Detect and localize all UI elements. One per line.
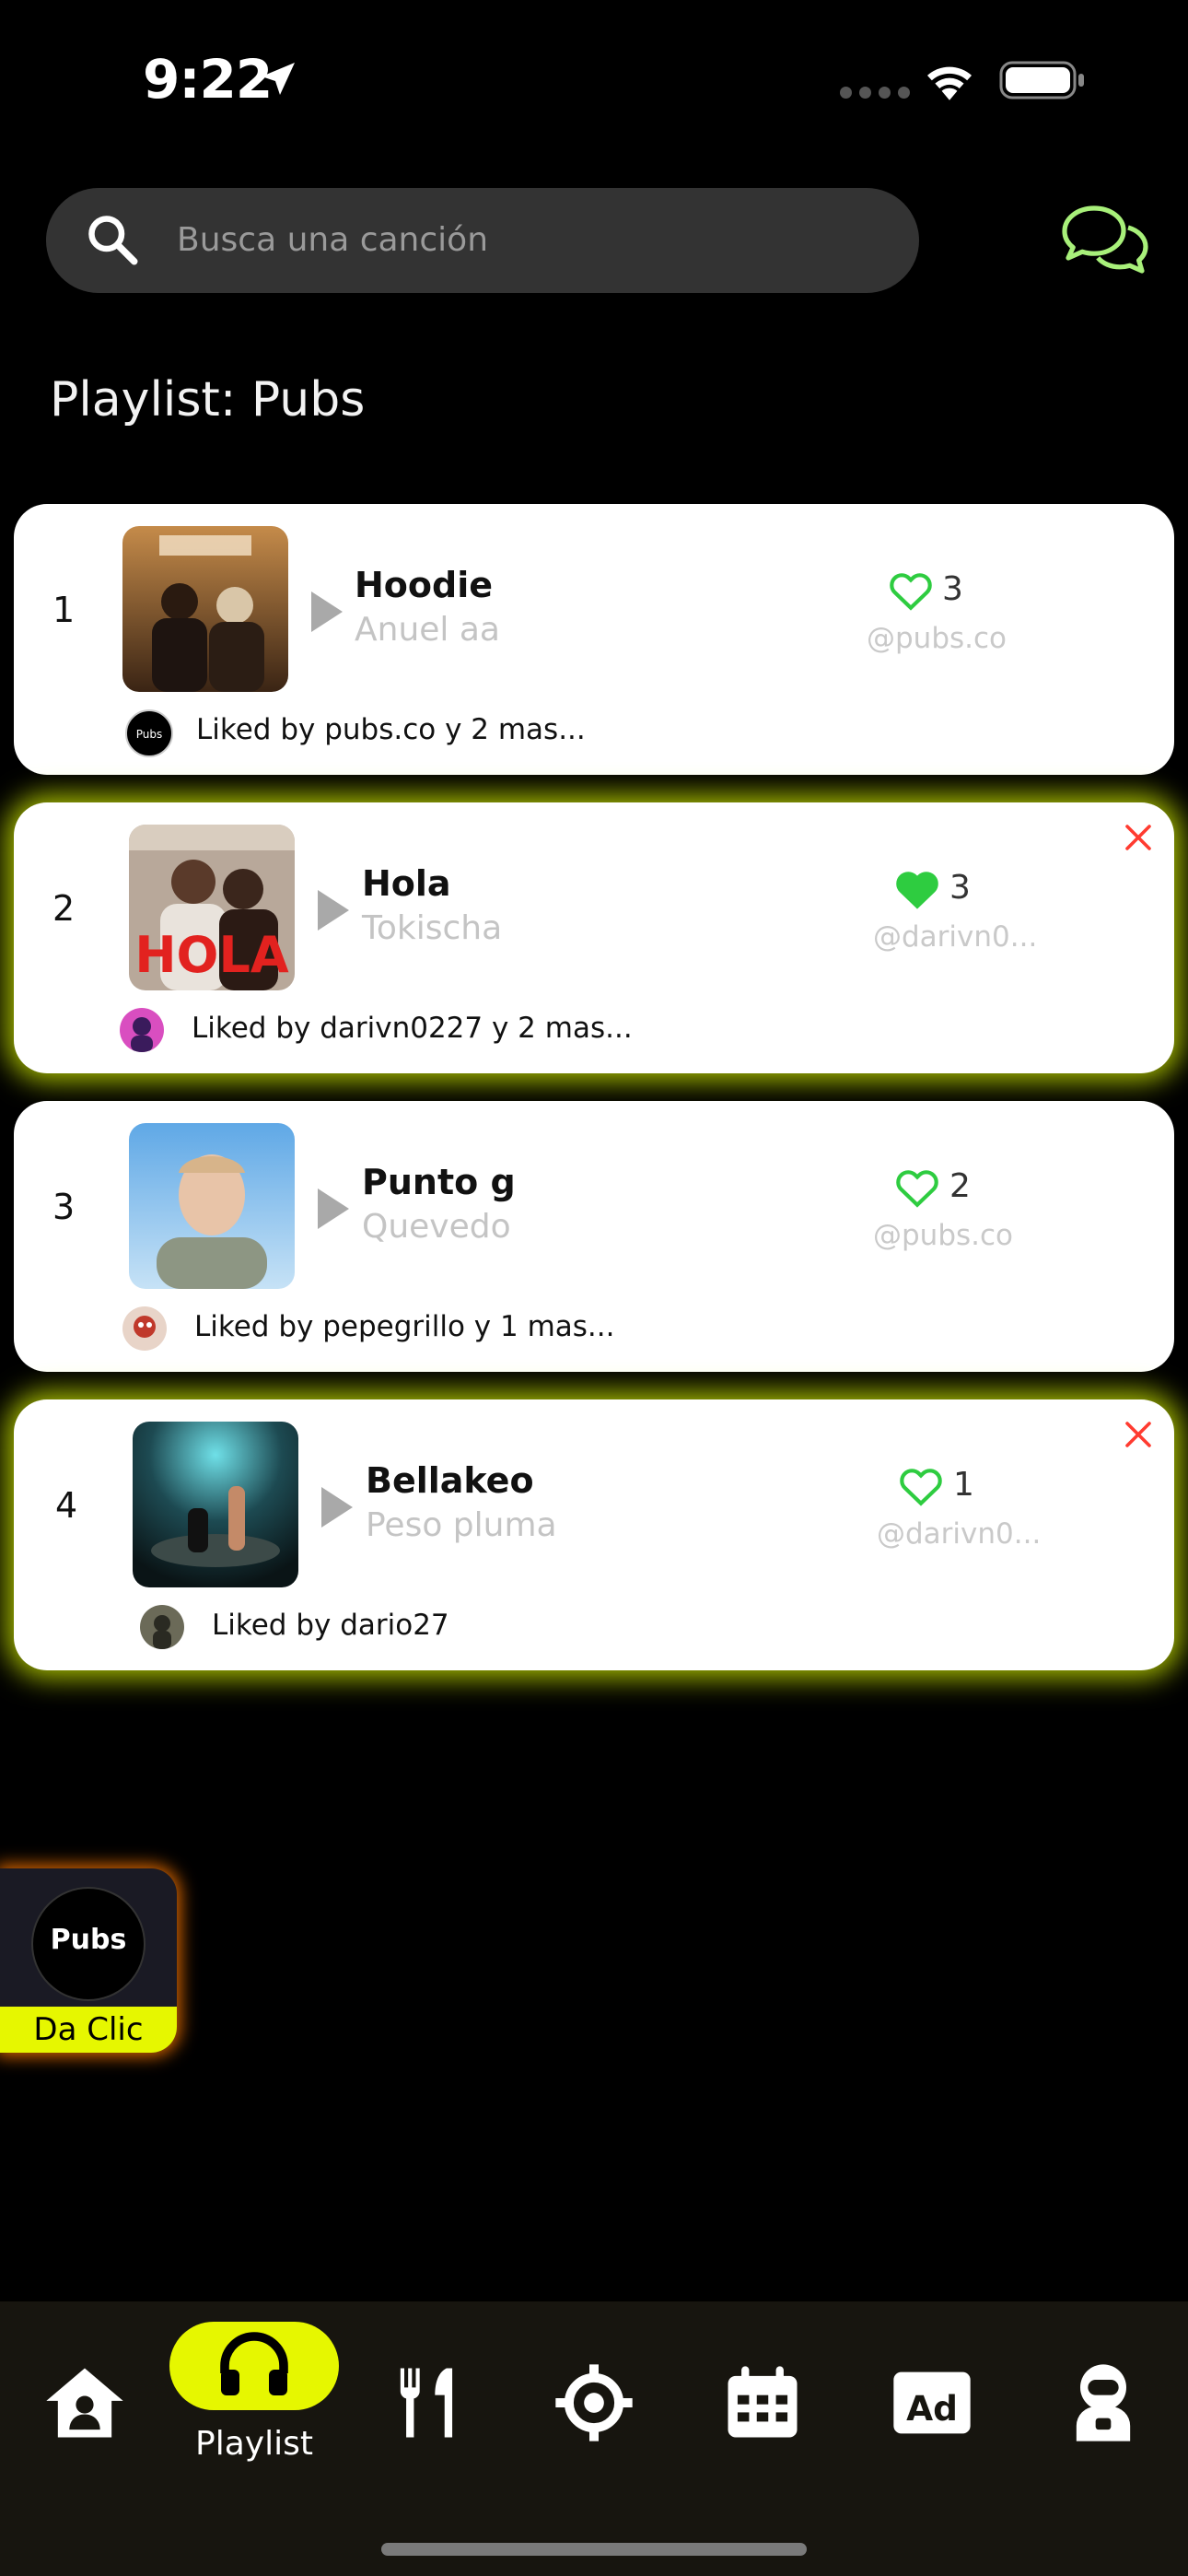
search-icon	[88, 216, 138, 265]
fab-label: Da Clic	[0, 2007, 177, 2053]
astronaut-icon	[1076, 2364, 1131, 2441]
play-button[interactable]	[321, 1487, 353, 1528]
song-artist: Peso pluma	[366, 1506, 557, 1544]
tab-playlist[interactable]	[169, 2322, 339, 2410]
tab-location[interactable]	[548, 2357, 640, 2449]
added-by-handle: @pubs.co	[873, 1219, 1014, 1252]
track-number: 1	[52, 590, 76, 630]
location-arrow-icon	[262, 63, 295, 95]
tab-profile[interactable]	[1057, 2357, 1149, 2449]
track-number: 3	[52, 1187, 76, 1227]
song-artist: Anuel aa	[355, 611, 500, 649]
song-title: Punto g	[362, 1162, 516, 1202]
track-number: 2	[52, 888, 76, 929]
avatar	[140, 1605, 184, 1649]
restaurant-icon	[400, 2368, 453, 2438]
status-bar: 9:22	[0, 0, 1188, 157]
added-by-handle: @darivn0...	[877, 1517, 1042, 1551]
tab-restaurant[interactable]	[381, 2357, 473, 2449]
tab-calendar[interactable]	[716, 2357, 809, 2449]
heart-outline-icon[interactable]	[898, 1464, 944, 1506]
track-card[interactable]: 2 HOLA Hola Tokischa 3 @darivn0... Liked…	[14, 802, 1174, 1073]
svg-text:Ad: Ad	[906, 2388, 958, 2429]
track-card[interactable]: 4 Bellakeo Peso pluma 1 @darivn0... Like…	[14, 1399, 1174, 1670]
song-title: Hoodie	[355, 565, 494, 605]
tab-playlist-label[interactable]: Playlist	[162, 2425, 346, 2463]
location-target-icon	[555, 2364, 633, 2441]
heart-filled-icon[interactable]	[894, 867, 940, 909]
home-indicator[interactable]	[381, 2543, 807, 2556]
liked-by-text: Liked by pepegrillo y 1 mas...	[194, 1310, 615, 1343]
tab-home[interactable]	[39, 2357, 131, 2449]
ad-icon: Ad	[893, 2371, 971, 2434]
play-button[interactable]	[318, 1188, 349, 1229]
status-time: 9:22	[143, 48, 273, 111]
like-count: 1	[953, 1466, 974, 1504]
home-icon	[46, 2368, 123, 2438]
search-input[interactable]: Busca una canción	[177, 221, 488, 259]
pubs-logo: Pubs	[31, 1887, 146, 2001]
close-icon[interactable]	[1122, 1418, 1155, 1451]
album-art[interactable]: HOLA	[129, 825, 295, 990]
like-count: 3	[942, 570, 963, 608]
avatar: Pubs	[125, 709, 173, 757]
heart-outline-icon[interactable]	[888, 568, 934, 611]
headphones-icon	[220, 2332, 288, 2395]
tab-ads[interactable]: Ad	[886, 2357, 978, 2449]
track-number: 4	[55, 1485, 78, 1526]
song-artist: Quevedo	[362, 1208, 511, 1246]
close-icon[interactable]	[1122, 821, 1155, 854]
bottom-tab-bar: Playlist Ad	[0, 2301, 1188, 2576]
pubs-fab-button[interactable]: Pubs Da Clic	[0, 1868, 177, 2053]
play-button[interactable]	[318, 890, 349, 931]
avatar	[122, 1306, 167, 1351]
song-artist: Tokischa	[362, 909, 503, 947]
album-art[interactable]	[133, 1422, 298, 1587]
track-card[interactable]: 1 Hoodie Anuel aa 3 @pubs.co Pubs Liked …	[14, 504, 1174, 775]
svg-text:HOLA: HOLA	[134, 926, 289, 984]
pubs-logo-text: Pubs	[50, 1924, 127, 1956]
svg-text:Pubs: Pubs	[136, 728, 163, 741]
liked-by-text: Liked by pubs.co y 2 mas...	[196, 713, 586, 746]
album-art[interactable]	[122, 526, 288, 692]
search-bar[interactable]: Busca una canción	[46, 188, 919, 293]
track-card[interactable]: 3 Punto g Quevedo 2 @pubs.co Liked by pe…	[14, 1101, 1174, 1372]
album-art[interactable]	[129, 1123, 295, 1289]
added-by-handle: @darivn0...	[873, 920, 1038, 954]
battery-icon	[999, 61, 1084, 100]
calendar-icon	[728, 2366, 798, 2438]
avatar	[120, 1008, 164, 1052]
song-title: Hola	[362, 863, 451, 904]
added-by-handle: @pubs.co	[867, 622, 1007, 655]
liked-by-text: Liked by darivn0227 y 2 mas...	[192, 1012, 633, 1045]
liked-by-text: Liked by dario27	[212, 1609, 449, 1642]
song-title: Bellakeo	[366, 1460, 534, 1501]
play-button[interactable]	[311, 591, 343, 632]
like-count: 3	[949, 869, 971, 907]
page-title: Playlist: Pubs	[50, 372, 366, 427]
cellular-signal-icon	[840, 87, 910, 99]
chat-icon[interactable]	[1059, 203, 1151, 276]
wifi-icon	[926, 66, 973, 100]
like-count: 2	[949, 1167, 971, 1205]
heart-outline-icon[interactable]	[894, 1165, 940, 1208]
